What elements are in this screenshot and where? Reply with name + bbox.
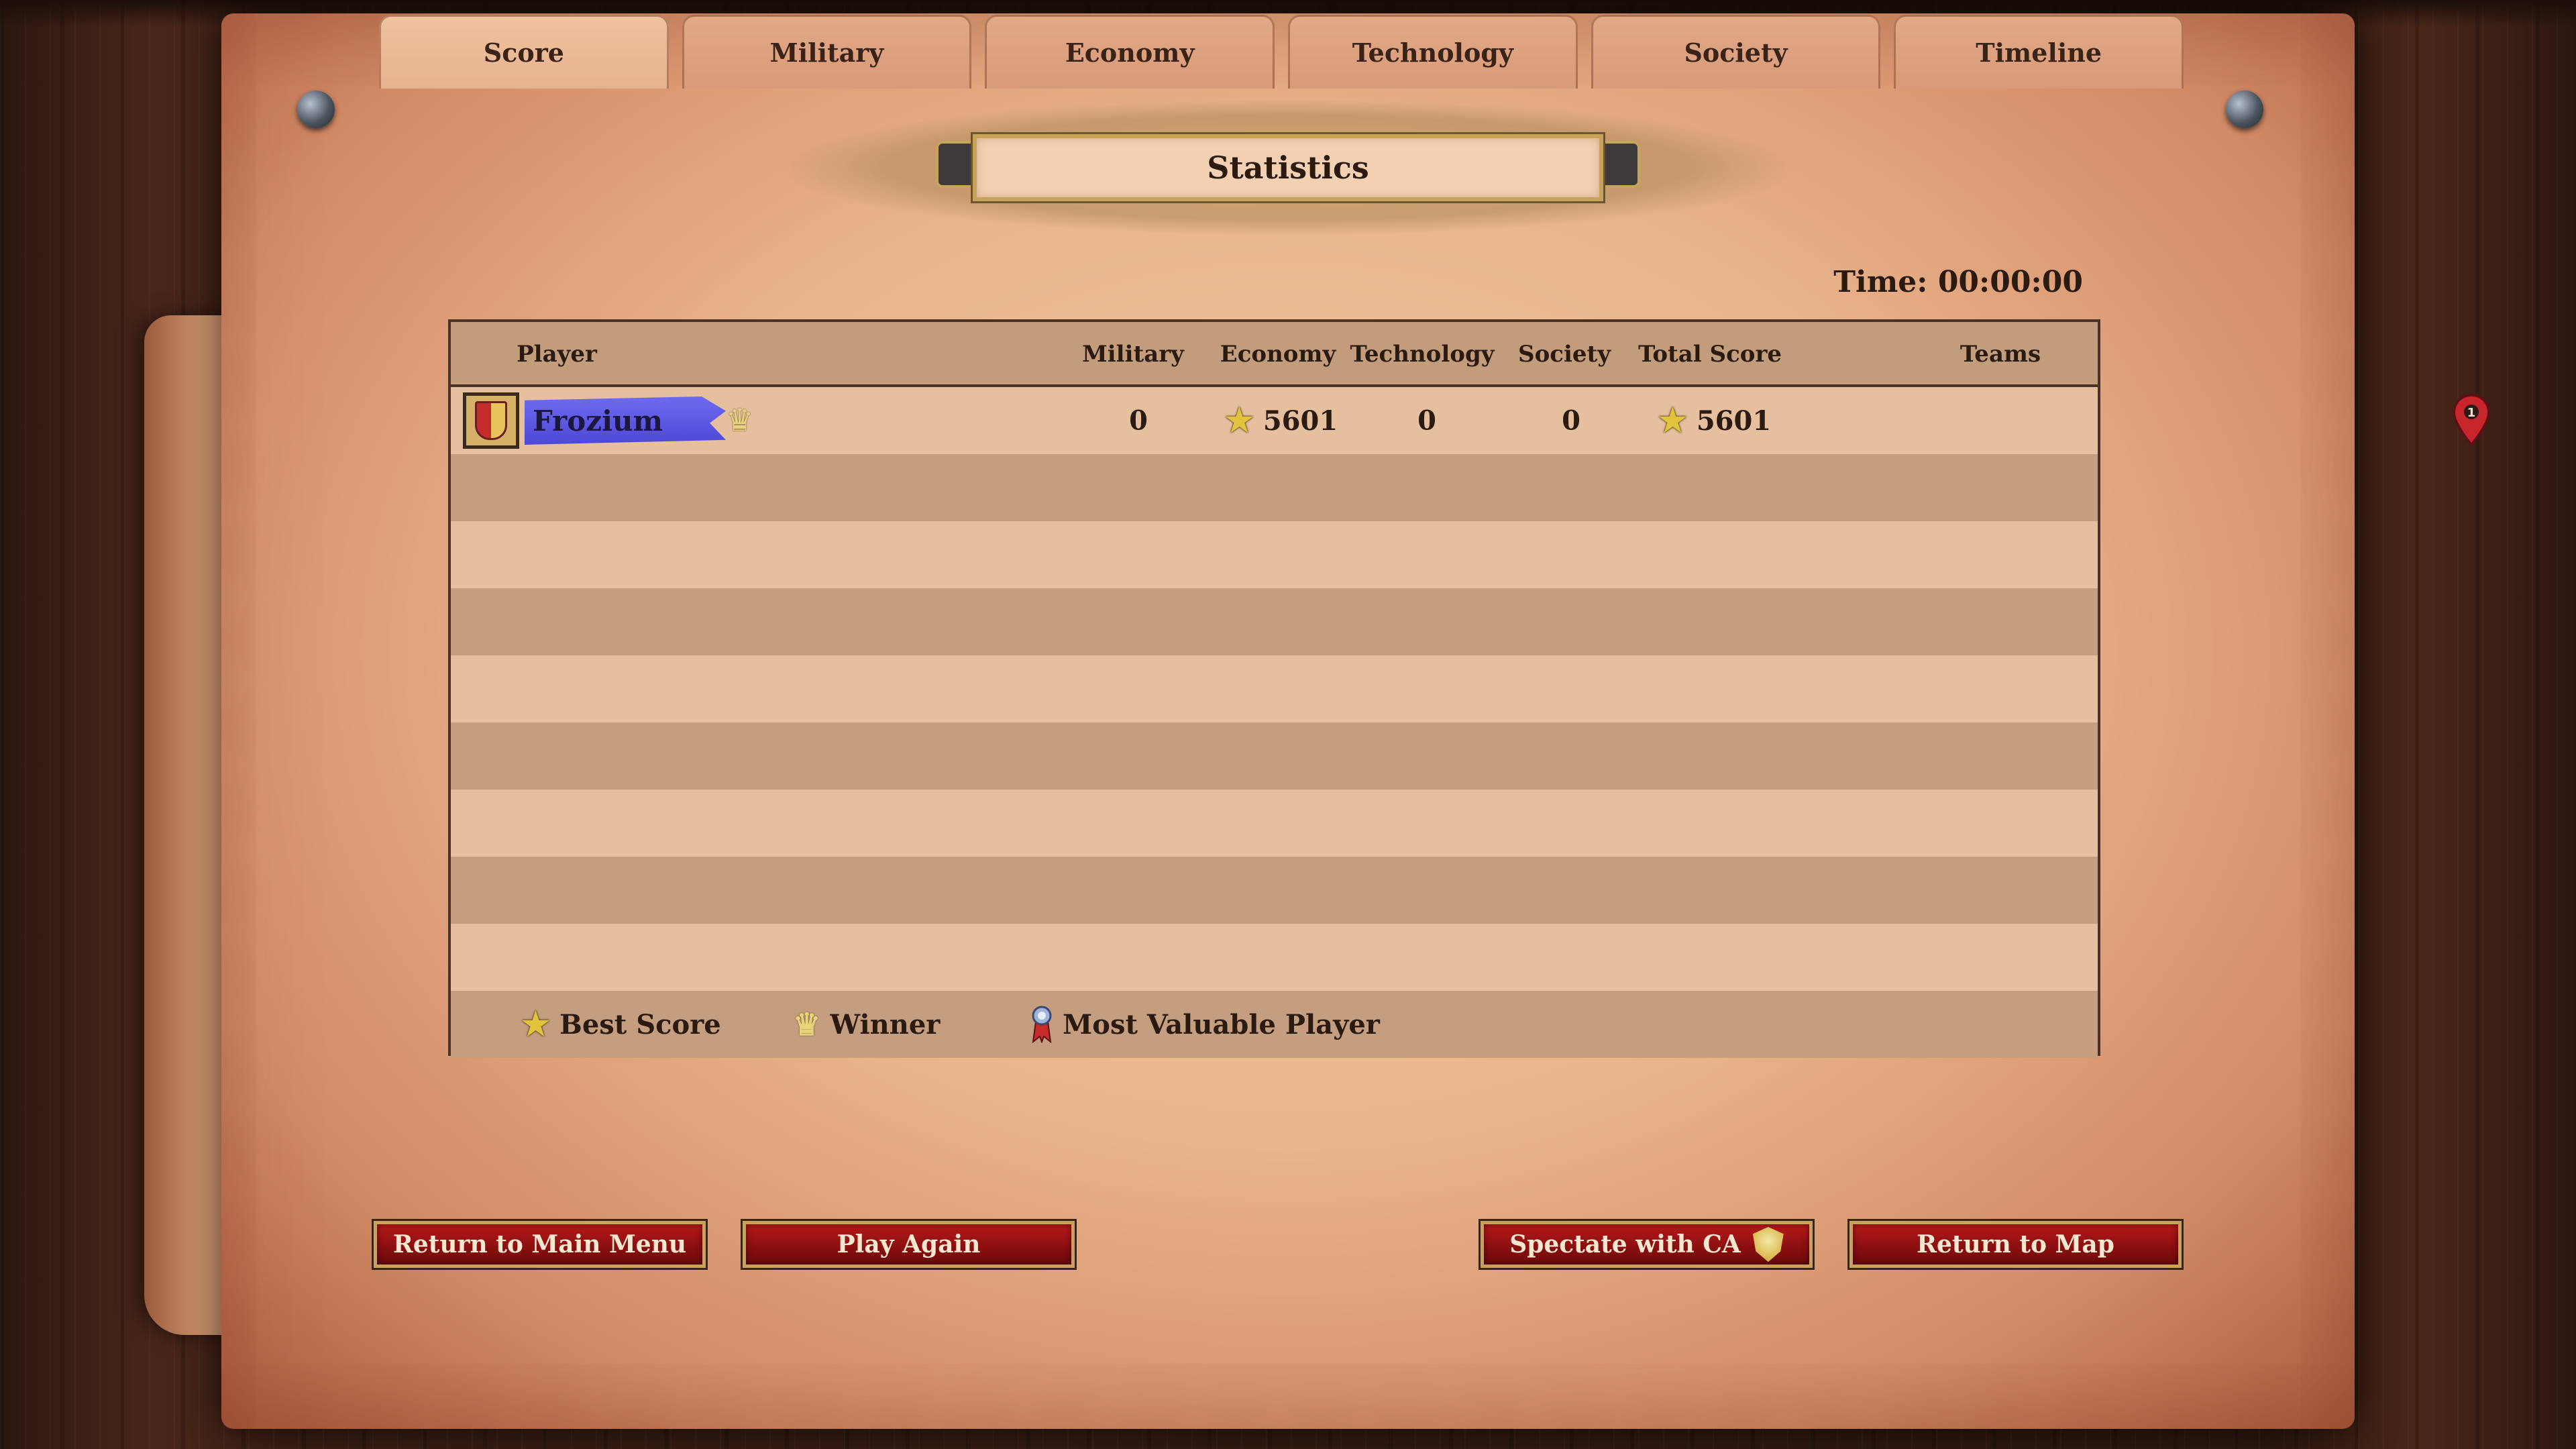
header-military: Military (1082, 341, 1184, 368)
crown-icon: ♛ (726, 402, 754, 438)
legend-winner-label: Winner (830, 1008, 941, 1040)
player-economy-cell: ★ 5601 (1225, 402, 1338, 439)
star-icon: ★ (1658, 402, 1687, 439)
tab-economy[interactable]: Economy (985, 15, 1275, 89)
player-society: 0 (1562, 405, 1580, 437)
table-row-empty (451, 454, 2098, 521)
star-icon: ★ (1224, 402, 1254, 439)
pin-icon (2226, 91, 2263, 128)
score-table: Player Military Economy Technology Socie… (448, 319, 2491, 1058)
header-economy: Economy (1220, 341, 1336, 368)
table-row-empty (451, 521, 2098, 588)
table-row-empty (451, 924, 2098, 991)
header-society: Society (1518, 341, 1611, 368)
player-total-cell: ★ 5601 (1658, 402, 1771, 439)
return-to-main-menu-button[interactable]: Return to Main Menu (374, 1221, 706, 1268)
play-again-button[interactable]: Play Again (743, 1221, 1075, 1268)
crown-icon: ♛ (793, 1006, 821, 1042)
legend-best-score-label: Best Score (559, 1008, 721, 1040)
legend-best-score: ★ Best Score (521, 1006, 721, 1043)
game-time: Time: 00:00:00 (1833, 265, 2083, 299)
header-technology: Technology (1350, 341, 1495, 368)
page-title: Statistics (973, 134, 1603, 201)
table-row-empty (451, 790, 2098, 857)
ca-shield-icon (1752, 1227, 1784, 1262)
team-marker-icon: 1 (2452, 394, 2491, 447)
table-row-empty (451, 722, 2098, 790)
tab-score[interactable]: Score (379, 15, 669, 89)
table-row-empty (451, 588, 2098, 655)
tab-society[interactable]: Society (1591, 15, 1881, 89)
medal-icon (1032, 1006, 1052, 1043)
player-technology: 0 (1417, 405, 1436, 437)
team-number: 1 (2467, 406, 2476, 420)
tab-timeline[interactable]: Timeline (1894, 15, 2184, 89)
header-teams: Teams (1960, 341, 2041, 368)
return-to-map-button[interactable]: Return to Map (1849, 1221, 2182, 1268)
tab-military[interactable]: Military (682, 15, 972, 89)
header-player: Player (517, 341, 597, 368)
header-total-score: Total Score (1638, 341, 1782, 368)
table-row[interactable]: Frozium ♛ 0 ★ 5601 0 0 ★ 5601 1 (451, 387, 2491, 454)
spectate-with-ca-button[interactable]: Spectate with CA (1481, 1221, 1813, 1268)
table-row-empty (451, 857, 2098, 924)
player-economy: 5601 (1263, 405, 1338, 437)
player-military: 0 (1129, 405, 1148, 437)
legend-row: ★ Best Score ♛ Winner Most Valuable Play… (451, 991, 2098, 1058)
legend-mvp: Most Valuable Player (1030, 1006, 1380, 1043)
spectate-label: Spectate with CA (1509, 1230, 1741, 1258)
table-header: Player Military Economy Technology Socie… (451, 322, 2098, 387)
tab-technology[interactable]: Technology (1288, 15, 1578, 89)
civ-emblem-icon (463, 392, 519, 449)
player-name: Frozium (525, 396, 726, 445)
tab-bar: Score Military Economy Technology Societ… (379, 15, 2184, 89)
legend-mvp-label: Most Valuable Player (1063, 1008, 1380, 1040)
player-total: 5601 (1696, 405, 1772, 437)
legend-winner: ♛ Winner (793, 1006, 940, 1042)
star-icon: ★ (521, 1006, 551, 1043)
pin-icon (297, 91, 335, 128)
table-row-empty (451, 655, 2098, 722)
